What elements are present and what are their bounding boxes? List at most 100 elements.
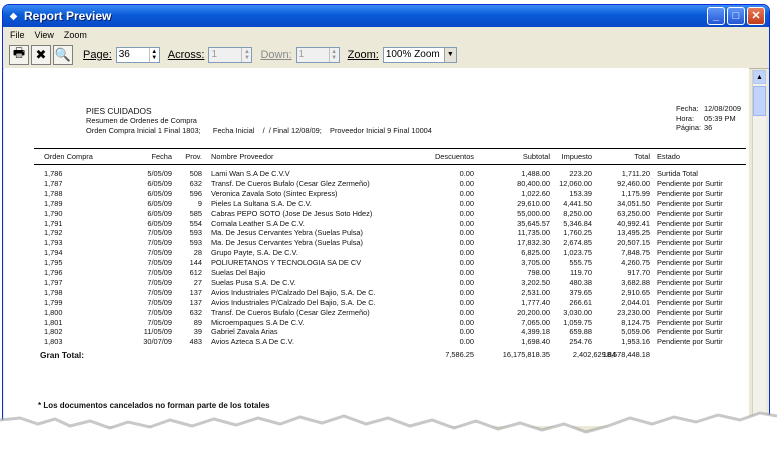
scroll-up-icon[interactable]: ▲ [753, 70, 766, 84]
down-value[interactable]: 1 [297, 48, 329, 62]
table-cell: Gabriel Zavala Arias [211, 327, 278, 337]
close-report-button[interactable]: ✖ [31, 45, 51, 65]
column-header: Total [634, 152, 650, 161]
page-value[interactable]: 36 [117, 48, 149, 62]
menu-view[interactable]: View [33, 30, 56, 40]
table-cell: 7/05/09 [147, 238, 172, 248]
close-button[interactable]: ✕ [747, 7, 765, 25]
table-row: 1,801 7/05/09 89 Microempaques S.A De C.V. 0… [4, 318, 749, 327]
print-button[interactable]: 🖶 [9, 45, 29, 65]
table-cell: Pendiente por Surtir [657, 178, 723, 188]
table-cell: 3,030.00 [563, 307, 592, 317]
menu-zoom[interactable]: Zoom [62, 30, 89, 40]
table-cell: 4,441.50 [563, 198, 592, 208]
table-row: 1,787 6/05/09 632 Transf. De Cueros Bufalo … [4, 179, 749, 188]
table-cell: 30/07/09 [143, 337, 172, 347]
scroll-thumb[interactable] [753, 86, 766, 116]
table-cell: POLIURETANOS Y TECNOLOGIA SA DE CV [211, 258, 362, 268]
total-subtotal: 16,175,818.35 [502, 350, 550, 359]
maximize-button[interactable]: □ [727, 7, 745, 25]
table-cell: 89 [193, 317, 202, 327]
table-cell: 1,788 [44, 188, 63, 198]
table-cell: 1,795 [44, 258, 63, 268]
spinner-arrows-icon[interactable]: ▲ ▼ [328, 48, 339, 62]
table-cell: 1,793 [44, 238, 63, 248]
table-cell: 7/05/09 [147, 317, 172, 327]
table-cell: Avios Industriales P/Calzado Del Bajio, … [211, 297, 376, 307]
table-cell: 0.00 [459, 238, 474, 248]
table-cell: Pendiente por Surtir [657, 258, 723, 268]
zoom-value[interactable]: 100% Zoom [384, 48, 444, 62]
window-title: Report Preview [24, 9, 112, 23]
table-cell: Pieles La Sultana S.A. De C.V. [211, 198, 312, 208]
table-cell: 20,507.15 [617, 238, 650, 248]
table-row: 1,791 6/05/09 554 Cornala Leather S.A De C.… [4, 219, 749, 228]
table-cell: Surtida Total [657, 169, 698, 178]
table-cell: 596 [189, 188, 202, 198]
table-cell: 1,953.16 [621, 337, 650, 347]
spinner-arrows-icon[interactable]: ▲ ▼ [241, 48, 251, 62]
table-cell: 593 [189, 238, 202, 248]
minimize-button[interactable]: _ [707, 7, 725, 25]
table-cell: Pendiente por Surtir [657, 268, 723, 277]
column-header: Estado [657, 152, 681, 161]
table-cell: 92,460.00 [617, 178, 650, 188]
table-row: 1,798 7/05/09 137 Avios Industriales P/Calz… [4, 288, 749, 297]
down-spinner[interactable]: 1 ▲ ▼ [295, 47, 340, 63]
table-cell: 0.00 [459, 297, 474, 307]
menu-file[interactable]: File [8, 30, 27, 40]
table-cell: 632 [189, 307, 202, 317]
table-cell: Pendiente por Surtir [657, 218, 723, 228]
table-cell: Grupo Payte, S.A. De C.V. [211, 248, 298, 258]
table-cell: 7/05/09 [147, 248, 172, 258]
table-cell: 23,230.00 [617, 307, 650, 317]
table-cell: 483 [189, 337, 202, 347]
zoom-select[interactable]: 100% Zoom ▼ [382, 47, 457, 63]
table-row: 1,797 7/05/09 27 Suelas Pusa S.A. De C.V. 0.… [4, 278, 749, 287]
title-bar[interactable]: ◆ Report Preview _ □ ✕ [3, 5, 769, 27]
table-cell: Pendiente por Surtir [657, 337, 723, 347]
hora-label: Hora: [676, 113, 695, 123]
zoom-label: Zoom: [347, 49, 379, 61]
table-cell: 480.38 [569, 277, 592, 287]
table-cell: 0.00 [459, 337, 474, 347]
total-total: 18,578,448.18 [602, 350, 650, 359]
menu-bar: File View Zoom [3, 27, 769, 42]
table-row: 1,796 7/05/09 612 Suelas Del Bajio 0.00 798.0… [4, 268, 749, 277]
table-cell: 27 [193, 277, 202, 287]
table-cell: 2,674.85 [563, 238, 592, 248]
column-header: Fecha [151, 152, 172, 161]
table-cell: 39 [193, 327, 202, 337]
table-cell: 11/05/09 [143, 327, 172, 337]
table-cell: Pendiente por Surtir [657, 198, 723, 208]
search-button[interactable]: 🔍 [53, 45, 73, 65]
table-cell: 0.00 [459, 198, 474, 208]
table-cell: 1,798 [44, 287, 63, 297]
table-cell: 917.70 [627, 268, 650, 277]
across-spinner[interactable]: 1 ▲ ▼ [208, 47, 253, 63]
spinner-arrows-icon[interactable]: ▲ ▼ [148, 48, 159, 62]
column-header: Prov. [185, 152, 202, 161]
table-cell: 0.00 [459, 228, 474, 238]
across-label: Across: [167, 49, 205, 61]
table-cell: Pendiente por Surtir [657, 307, 723, 317]
table-cell: 1,760.25 [563, 228, 592, 238]
table-cell: 0.00 [459, 208, 474, 218]
print-icon: 🖶 [12, 45, 26, 60]
page-spinner[interactable]: 36 ▲ ▼ [115, 47, 160, 63]
across-value[interactable]: 1 [209, 48, 241, 62]
table-cell: 612 [189, 268, 202, 277]
table-row: 1,792 7/05/09 593 Ma. De Jesus Cervantes Ye… [4, 228, 749, 237]
table-cell: Cornala Leather S.A De C.V. [211, 218, 305, 228]
table-cell: 7/05/09 [147, 268, 172, 277]
table-cell: 555.75 [569, 258, 592, 268]
table-row: 1,795 7/05/09 144 POLIURETANOS Y TECNOLOGIA… [4, 258, 749, 267]
table-cell: Ma. De Jesus Cervantes Yebra (Suelas Pul… [211, 228, 363, 238]
table-cell: 1,791 [44, 218, 63, 228]
table-cell: Lami Wan S.A De C.V.V [211, 169, 290, 178]
chevron-down-icon[interactable]: ▼ [443, 48, 456, 62]
table-cell: 0.00 [459, 248, 474, 258]
table-cell: 1,175.99 [621, 188, 650, 198]
vertical-scrollbar[interactable]: ▲ [752, 70, 766, 426]
search-icon: 🔍 [54, 47, 72, 62]
